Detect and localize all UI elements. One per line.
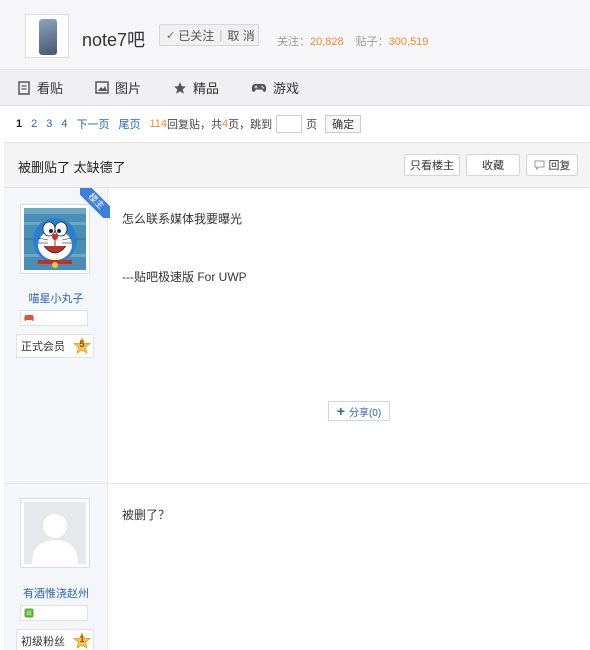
pages-suffix: 页，跳到 xyxy=(228,119,273,131)
posts-count: 300,519 xyxy=(388,36,429,48)
author-column: 喵星小丸子 正式会员 5 xyxy=(4,188,108,483)
nav-label: 游戏 xyxy=(273,81,300,96)
follow-toggle[interactable]: ✓ 已关注 | 取 消 xyxy=(159,24,259,46)
post-2: 有酒惟浇赵州 初级粉丝 1 被删了？ xyxy=(4,484,590,650)
member-title: 正式会员 xyxy=(21,341,65,353)
thread-title: 被删贴了 太缺德了 xyxy=(18,160,126,175)
forum-stats: 关注：20,828 贴子：300,519 xyxy=(277,33,428,49)
post-content-line-1: 被删了？ xyxy=(122,508,171,522)
page-jump-input[interactable] xyxy=(276,115,303,133)
level-number: 5 xyxy=(79,339,85,349)
post-content-line-2: ---贴吧极速版 For UWP xyxy=(122,270,247,284)
nav-label: 图片 xyxy=(115,81,142,96)
image-icon xyxy=(95,81,109,94)
forum-nav: 看贴 图片 精品 游戏 xyxy=(0,70,590,106)
forum-logo[interactable] xyxy=(25,14,69,58)
followed-label: 已关注 xyxy=(178,28,215,43)
star-icon xyxy=(174,81,187,94)
doc-icon xyxy=(18,80,30,95)
page-current: 1 xyxy=(16,118,23,130)
nav-label: 精品 xyxy=(193,81,220,96)
level-badge-icon: 5 xyxy=(73,337,91,355)
only-op-button[interactable]: 只看楼主 xyxy=(404,154,460,176)
favorite-button[interactable]: 收藏 xyxy=(466,154,520,176)
nav-tab-posts[interactable]: 看贴 xyxy=(18,78,63,97)
post-content-line-1: 怎么联系媒体我要曝光 xyxy=(122,212,243,226)
next-page-link[interactable]: 下一页 xyxy=(77,116,110,132)
posts-label: 贴子： xyxy=(355,36,389,48)
reply-button[interactable]: 回复 xyxy=(526,154,578,176)
avatar[interactable] xyxy=(20,498,90,568)
user-badge-box xyxy=(20,310,88,326)
page-link-2[interactable]: 2 xyxy=(31,118,37,130)
member-title: 初级粉丝 xyxy=(21,636,65,648)
op-tag: 楼主 xyxy=(80,188,110,218)
doraemon-avatar-image xyxy=(24,208,86,270)
member-level: 正式会员 5 xyxy=(16,334,94,358)
author-name[interactable]: 有酒惟浇赵州 xyxy=(4,585,108,601)
page-link-3[interactable]: 3 xyxy=(46,118,52,130)
nav-tab-games[interactable]: 游戏 xyxy=(251,78,299,97)
unfollow-button[interactable]: 取 消 xyxy=(227,27,254,44)
pagination: 1 2 3 4 下一页 尾页 114 回复贴，共 4 页，跳到 页 确定 xyxy=(0,106,590,142)
page-link-4[interactable]: 4 xyxy=(61,118,67,130)
reply-suffix: 回复贴，共 xyxy=(167,119,223,131)
page-jump-confirm-button[interactable]: 确定 xyxy=(325,115,362,133)
follow-separator: | xyxy=(219,28,223,42)
thread-title-bar: 被删贴了 太缺德了 只看楼主 收藏 回复 xyxy=(4,142,590,188)
op-ribbon: 楼主 xyxy=(80,188,110,218)
forum-header: note7吧 ✓ 已关注 | 取 消 关注：20,828 贴子：300,519 xyxy=(0,0,590,70)
share-label: 分享(0) xyxy=(348,407,382,419)
post-1: 喵星小丸子 正式会员 5 楼主 怎么联系媒体我要曝光 ---贴吧极速版 For … xyxy=(4,188,590,484)
followers-label: 关注： xyxy=(277,36,310,48)
followers-count: 20,828 xyxy=(310,36,344,48)
level-badge-icon: 1 xyxy=(73,632,91,650)
member-level: 初级粉丝 1 xyxy=(16,629,94,650)
gamepad-badge-icon xyxy=(24,315,34,321)
nav-tab-images[interactable]: 图片 xyxy=(95,78,141,97)
forum-name[interactable]: note7吧 xyxy=(82,26,145,52)
default-avatar-image xyxy=(24,502,86,564)
author-name[interactable]: 喵星小丸子 xyxy=(4,290,108,306)
user-badge-box xyxy=(20,605,88,621)
page-unit: 页 xyxy=(306,119,318,131)
nav-label: 看贴 xyxy=(37,81,64,96)
phone-icon xyxy=(39,19,57,55)
comment-icon xyxy=(534,160,544,170)
check-icon: ✓ xyxy=(166,29,176,42)
nav-tab-featured[interactable]: 精品 xyxy=(173,78,219,97)
level-number: 1 xyxy=(79,634,85,644)
green-badge-icon xyxy=(24,608,34,618)
reply-count: 114 xyxy=(149,118,168,130)
plus-icon: + xyxy=(336,403,345,419)
author-column: 有酒惟浇赵州 初级粉丝 1 xyxy=(4,484,108,650)
last-page-link[interactable]: 尾页 xyxy=(119,116,141,132)
reply-label: 回复 xyxy=(548,160,571,172)
gamepad-icon xyxy=(251,83,267,92)
share-button[interactable]: + 分享(0) xyxy=(328,401,390,421)
